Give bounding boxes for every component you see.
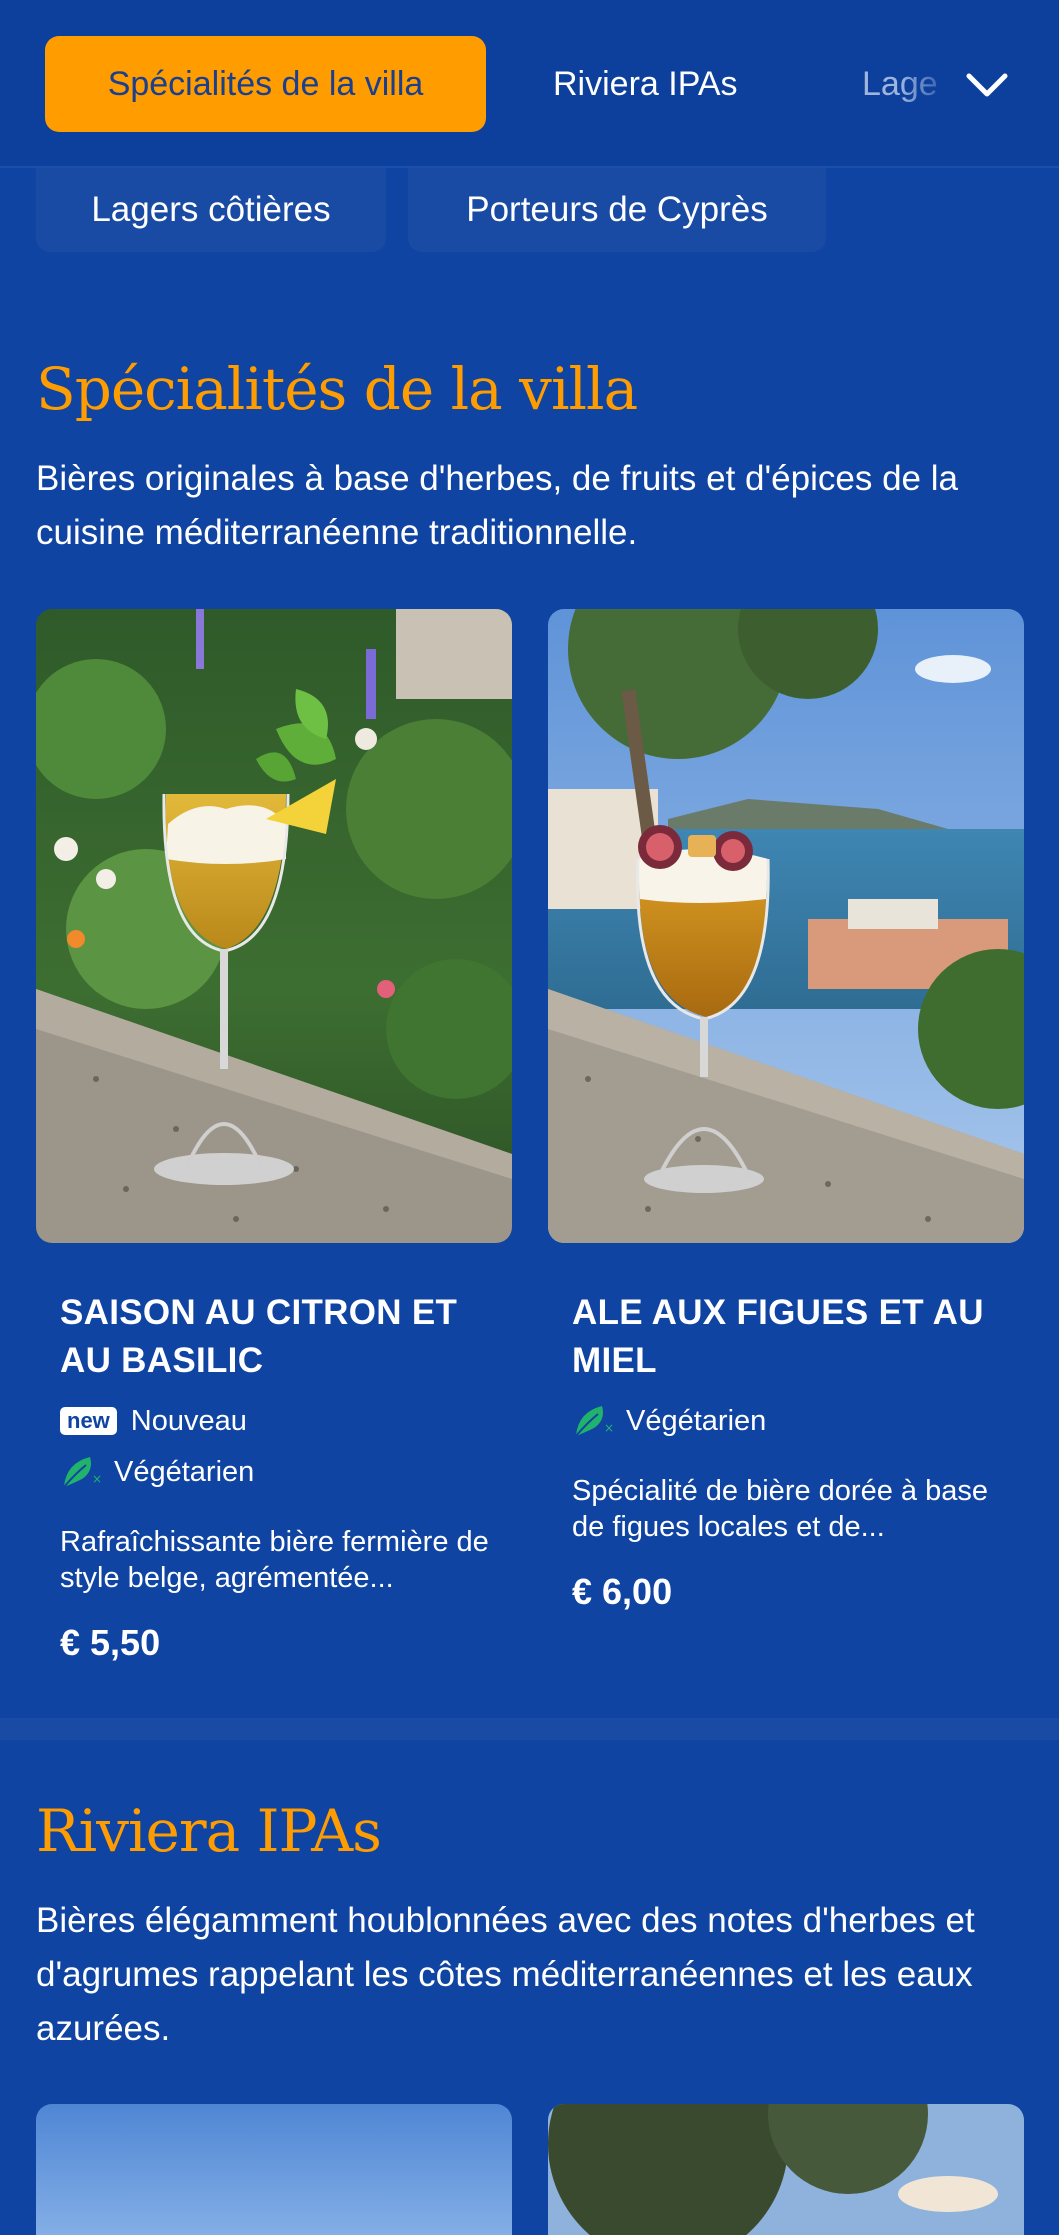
product-card[interactable]: ALE AUX FIGUES ET AU MIEL × Végétarien S… (548, 609, 1024, 1689)
product-card[interactable] (36, 2104, 512, 2235)
product-name: ALE AUX FIGUES ET AU MIEL (572, 1293, 984, 1380)
product-description: Rafraîchissante bière fermière de style … (60, 1526, 489, 1594)
vegetarian-leaf-icon: × (63, 1457, 102, 1488)
section-title: Riviera IPAs (36, 1797, 382, 1865)
new-badge-label: Nouveau (130, 1404, 247, 1437)
section-description: Bières originales à base d'herbes, de fr… (36, 459, 958, 552)
tab-porteurs-de-cypres[interactable]: Porteurs de Cyprès (408, 168, 826, 252)
tab-lagers-cotieres[interactable]: Lagers côtières (36, 168, 386, 252)
product-image (36, 2104, 512, 2235)
section-title: Spécialités de la villa (36, 355, 638, 423)
vegetarian-label: Végétarien (114, 1455, 255, 1488)
product-card[interactable]: SAISON AU CITRON ET AU BASILIC new Nouve… (36, 609, 512, 1689)
product-description: Spécialité de bière dorée à base de figu… (572, 1475, 988, 1543)
product-image-fig-honey-ale (548, 609, 1024, 1243)
vegetarian-label: Végétarien (626, 1404, 767, 1437)
category-tab-bar: Spécialités de la villa Riviera IPAs Lag… (0, 0, 1059, 168)
vegetarian-leaf-icon: × (575, 1406, 614, 1437)
product-image-lemon-basil-saison (36, 609, 512, 1243)
section-description: Bières élégamment houblonnées avec des n… (36, 1901, 975, 2048)
vegetarian-tag: × Végétarien (572, 1401, 766, 1441)
new-badge: new Nouveau (60, 1401, 247, 1441)
svg-text:×: × (92, 1472, 102, 1486)
product-price: € 6,00 (572, 1571, 673, 1612)
product-price: € 5,50 (60, 1622, 161, 1663)
vegetarian-tag: × Végétarien (60, 1452, 254, 1492)
product-name: SAISON AU CITRON ET AU BASILIC (60, 1293, 458, 1380)
section-divider (0, 1718, 1059, 1740)
product-card[interactable] (548, 2104, 1024, 2235)
new-badge-icon: new (60, 1407, 117, 1435)
chevron-down-icon[interactable] (962, 60, 1012, 110)
tab-overflow-fade (900, 36, 970, 132)
svg-text:×: × (604, 1421, 614, 1435)
tab-specialites-de-la-villa[interactable]: Spécialités de la villa (45, 36, 486, 132)
product-image (548, 2104, 1024, 2235)
tab-riviera-ipas[interactable]: Riviera IPAs (553, 36, 738, 132)
